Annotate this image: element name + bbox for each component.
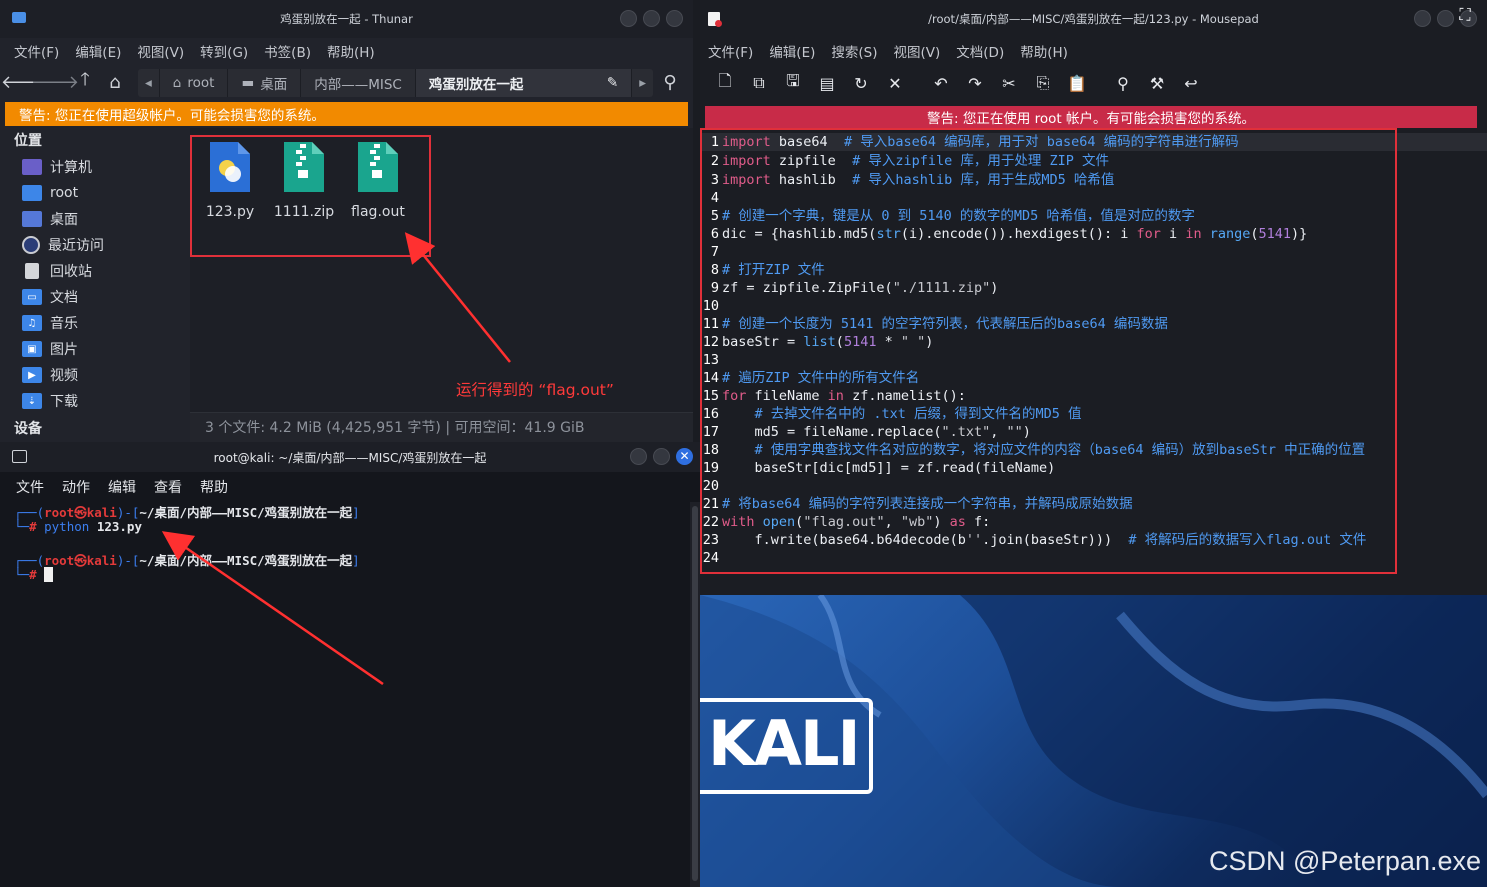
arrow-to-command: [161, 531, 384, 686]
arrow-to-flag-file: [404, 232, 511, 363]
annotation-arrows: [161, 232, 511, 686]
